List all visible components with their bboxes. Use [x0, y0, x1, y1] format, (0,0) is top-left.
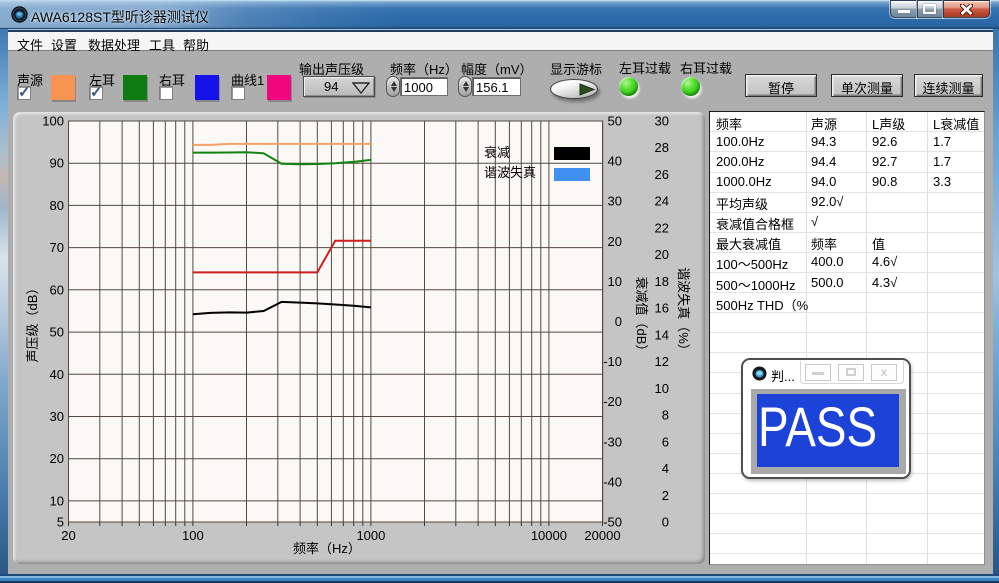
svg-text:-40: -40	[603, 474, 622, 489]
svg-text:8: 8	[662, 408, 669, 423]
svg-text:70: 70	[50, 240, 64, 255]
svg-text:-50: -50	[603, 515, 622, 530]
svg-text:22: 22	[655, 220, 669, 235]
svg-text:90: 90	[50, 156, 64, 171]
svg-text:衰减: 衰减	[484, 145, 510, 160]
svg-text:16: 16	[655, 301, 669, 316]
svg-text:4: 4	[662, 461, 669, 476]
svg-text:30: 30	[655, 114, 669, 129]
svg-text:20: 20	[61, 528, 75, 543]
svg-text:60: 60	[50, 282, 64, 297]
svg-text:24: 24	[655, 194, 669, 209]
svg-text:10: 10	[608, 274, 622, 289]
svg-text:10000: 10000	[531, 528, 567, 543]
svg-text:40: 40	[50, 367, 64, 382]
svg-text:80: 80	[50, 198, 64, 213]
svg-text:-20: -20	[603, 394, 622, 409]
svg-text:2: 2	[662, 488, 669, 503]
svg-text:50: 50	[50, 325, 64, 340]
svg-text:20: 20	[655, 247, 669, 262]
svg-text:频率（Hz）: 频率（Hz）	[293, 541, 361, 556]
svg-text:18: 18	[655, 274, 669, 289]
svg-text:28: 28	[655, 140, 669, 155]
svg-text:10: 10	[50, 493, 64, 508]
svg-text:-30: -30	[603, 434, 622, 449]
svg-text:-10: -10	[603, 354, 622, 369]
svg-text:26: 26	[655, 167, 669, 182]
svg-text:12: 12	[655, 354, 669, 369]
svg-text:20000: 20000	[584, 528, 620, 543]
svg-text:声压级（dB）: 声压级（dB）	[25, 282, 40, 363]
svg-text:30: 30	[608, 194, 622, 209]
svg-text:衰减值（dB）: 衰减值（dB）	[634, 277, 649, 358]
svg-text:谐波失真: 谐波失真	[484, 165, 536, 180]
svg-text:50: 50	[608, 114, 622, 129]
svg-text:30: 30	[50, 409, 64, 424]
svg-text:20: 20	[608, 234, 622, 249]
svg-text:14: 14	[655, 327, 669, 342]
svg-text:0: 0	[662, 515, 669, 530]
svg-text:20: 20	[50, 451, 64, 466]
svg-text:10: 10	[655, 381, 669, 396]
svg-text:40: 40	[608, 154, 622, 169]
svg-text:100: 100	[42, 114, 64, 129]
svg-text:100: 100	[182, 528, 204, 543]
svg-text:谐波失真（%）: 谐波失真（%）	[676, 267, 691, 357]
svg-text:0: 0	[615, 314, 622, 329]
svg-text:6: 6	[662, 434, 669, 449]
